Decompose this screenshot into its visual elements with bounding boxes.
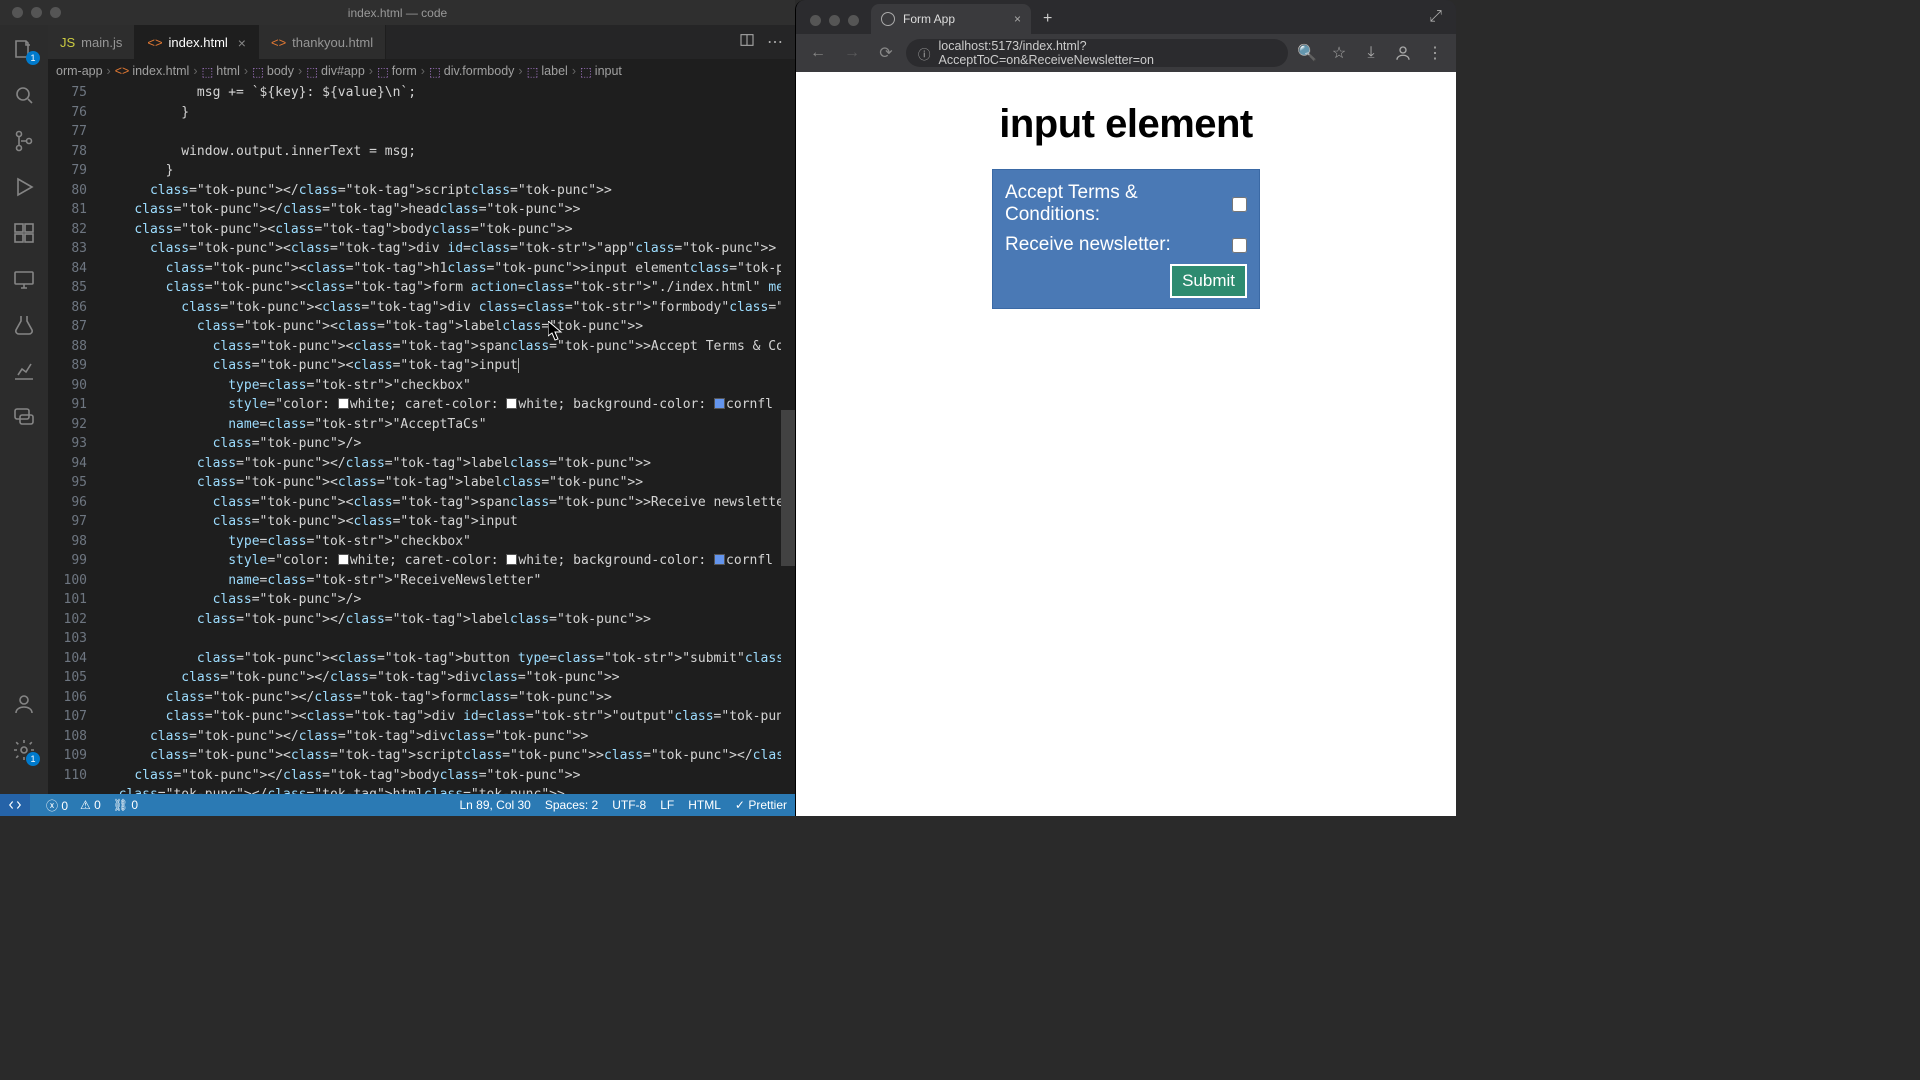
min-dot[interactable] — [829, 15, 840, 26]
cursor-position[interactable]: Ln 89, Col 30 — [459, 798, 530, 812]
page-content: input element Accept Terms & Conditions:… — [796, 72, 1456, 816]
close-dot[interactable] — [810, 15, 821, 26]
tab-title: Form App — [903, 12, 955, 26]
tag-icon: ⬚ — [306, 64, 318, 79]
form-row-terms: Accept Terms & Conditions: — [1005, 182, 1247, 226]
forward-button[interactable]: → — [838, 39, 866, 67]
back-button[interactable]: ← — [804, 39, 832, 67]
url-text: localhost:5173/index.html?AcceptToC=on&R… — [939, 39, 1276, 67]
reload-button[interactable]: ⟳ — [872, 39, 900, 67]
submit-button[interactable]: Submit — [1170, 264, 1247, 298]
window-controls[interactable] — [0, 7, 61, 18]
tag-icon: ⬚ — [252, 64, 264, 79]
url-bar[interactable]: ⓘ localhost:5173/index.html?AcceptToC=on… — [906, 39, 1288, 67]
form-row-newsletter: Receive newsletter: — [1005, 234, 1247, 256]
search-icon[interactable] — [10, 81, 38, 109]
vscode-titlebar: index.html — code — [0, 0, 795, 25]
tag-icon: ⬚ — [580, 64, 592, 79]
indent-setting[interactable]: Spaces: 2 — [545, 798, 598, 812]
html-file-icon: <> — [271, 35, 286, 50]
profile-icon[interactable] — [1390, 44, 1416, 62]
form-box: Accept Terms & Conditions: Receive newsl… — [992, 169, 1260, 309]
menu-icon[interactable]: ⋮ — [1422, 43, 1448, 63]
debug-icon[interactable] — [10, 173, 38, 201]
window-title: index.html — code — [348, 6, 447, 20]
testing-icon[interactable] — [10, 311, 38, 339]
tab-label: index.html — [169, 35, 228, 50]
breadcrumb[interactable]: orm-app› <>index.html› ⬚html› ⬚body› ⬚di… — [48, 59, 795, 83]
browser-tabbar: Form App × + ⤢ — [796, 0, 1456, 34]
tab-label: thankyou.html — [292, 35, 373, 50]
account-icon[interactable] — [10, 690, 38, 718]
close-icon[interactable]: × — [1014, 12, 1021, 26]
warnings-count[interactable]: ⚠ 0 — [80, 798, 101, 812]
install-icon[interactable]: ⤓ — [1358, 44, 1384, 62]
max-dot[interactable] — [50, 7, 61, 18]
mouse-cursor — [548, 321, 564, 348]
new-tab-button[interactable]: + — [1031, 10, 1064, 34]
vscode-window: index.html — code 1 — [0, 0, 795, 816]
page-heading: input element — [999, 102, 1253, 147]
tag-icon: ⬚ — [527, 64, 539, 79]
language-mode[interactable]: HTML — [688, 798, 721, 812]
tag-icon: ⬚ — [201, 64, 213, 79]
tab-thankyouhtml[interactable]: <> thankyou.html — [259, 25, 386, 59]
extensions-icon[interactable] — [10, 219, 38, 247]
browser-tab[interactable]: Form App × — [871, 4, 1031, 34]
html-file-icon: <> — [147, 35, 162, 50]
terms-label: Accept Terms & Conditions: — [1005, 182, 1232, 226]
eol[interactable]: LF — [660, 798, 674, 812]
code-content[interactable]: msg += `${key}: ${value}\n`; } window.ou… — [103, 83, 795, 794]
more-icon[interactable]: ⋯ — [767, 32, 783, 52]
browser-toolbar: ← → ⟳ ⓘ localhost:5173/index.html?Accept… — [796, 34, 1456, 72]
browser-window-controls[interactable] — [806, 15, 871, 34]
explorer-badge: 1 — [26, 51, 40, 65]
js-file-icon: JS — [60, 35, 75, 50]
remote-icon[interactable] — [10, 265, 38, 293]
tab-mainjs[interactable]: JS main.js — [48, 25, 135, 59]
newsletter-checkbox[interactable] — [1232, 238, 1247, 253]
explorer-icon[interactable]: 1 — [10, 35, 38, 63]
zoom-icon[interactable]: 🔍 — [1294, 43, 1320, 63]
source-control-icon[interactable] — [10, 127, 38, 155]
editor-tabs: JS main.js <> index.html × <> thankyou.h… — [48, 25, 795, 59]
prettier-status[interactable]: ✓ Prettier — [735, 798, 787, 812]
min-dot[interactable] — [31, 7, 42, 18]
close-icon[interactable]: × — [238, 35, 246, 51]
minimap[interactable] — [781, 83, 795, 794]
browser-window: Form App × + ⤢ ← → ⟳ ⓘ localhost:5173/in… — [795, 0, 1456, 816]
tab-label: main.js — [81, 35, 122, 50]
tag-icon: ⬚ — [377, 64, 389, 79]
terms-checkbox[interactable] — [1232, 197, 1247, 212]
line-gutter: 7576777879808182838485868788899091929394… — [48, 83, 103, 794]
html-file-icon: <> — [115, 64, 130, 78]
graph-icon[interactable] — [10, 357, 38, 385]
tag-icon: ⬚ — [429, 64, 441, 79]
remote-indicator[interactable] — [0, 794, 30, 816]
encoding[interactable]: UTF-8 — [612, 798, 646, 812]
max-dot[interactable] — [848, 15, 859, 26]
ports-count[interactable]: ⛓ 0 — [113, 798, 138, 812]
status-bar: ⓧ 0 ⚠ 0 ⛓ 0 Ln 89, Col 30 Spaces: 2 UTF-… — [0, 794, 795, 816]
comments-icon[interactable] — [10, 403, 38, 431]
activity-bar: 1 — [0, 25, 48, 794]
minimap-thumb[interactable] — [781, 410, 795, 566]
close-dot[interactable] — [12, 7, 23, 18]
settings-badge: 1 — [26, 752, 40, 766]
globe-icon — [881, 12, 895, 26]
newsletter-label: Receive newsletter: — [1005, 234, 1171, 256]
settings-icon[interactable]: 1 — [10, 736, 38, 764]
bookmark-icon[interactable]: ☆ — [1326, 43, 1352, 63]
split-editor-icon[interactable] — [739, 32, 755, 53]
tab-indexhtml[interactable]: <> index.html × — [135, 25, 259, 59]
expand-icon[interactable]: ⤢ — [1415, 8, 1456, 34]
errors-count[interactable]: ⓧ 0 — [46, 797, 68, 814]
site-info-icon[interactable]: ⓘ — [918, 44, 931, 63]
code-editor[interactable]: 7576777879808182838485868788899091929394… — [48, 83, 795, 794]
